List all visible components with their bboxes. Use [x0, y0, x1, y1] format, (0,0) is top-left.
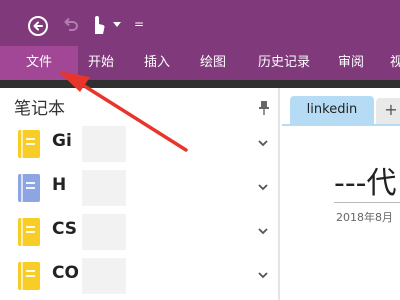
- pin-icon[interactable]: [259, 100, 269, 115]
- redaction-blur: [82, 126, 126, 162]
- touch-mode-icon[interactable]: [88, 14, 108, 36]
- back-icon[interactable]: [28, 16, 48, 36]
- notebook-item[interactable]: CS: [0, 210, 278, 254]
- chevron-down-icon[interactable]: [113, 22, 121, 27]
- add-section-button[interactable]: +: [376, 98, 400, 124]
- notebook-icon: [18, 218, 40, 246]
- customize-toolbar-icon[interactable]: =: [134, 17, 144, 31]
- page-content: linkedin + ---代 2018年8月: [282, 88, 400, 300]
- tab-history[interactable]: 历史记录: [246, 46, 322, 80]
- ribbon-separator: [0, 80, 400, 88]
- ribbon-tabs: 文件 开始 插入 绘图 历史记录 审阅 视图: [0, 46, 400, 80]
- notebook-name: H: [52, 175, 67, 195]
- title-bar: =: [0, 0, 400, 46]
- notebook-name: Gi: [52, 131, 72, 151]
- notebook-icon: [18, 130, 40, 158]
- redaction-blur: [82, 170, 126, 206]
- notebook-item[interactable]: H: [0, 166, 278, 210]
- page-title[interactable]: ---代: [334, 158, 396, 202]
- notebook-name: CS: [52, 219, 78, 239]
- tab-underline: [282, 124, 400, 126]
- chevron-down-icon[interactable]: [258, 270, 268, 280]
- chevron-down-icon[interactable]: [258, 138, 268, 148]
- notebook-pane: 笔记本 Gi H CS CO: [0, 88, 280, 300]
- notebook-item[interactable]: CO: [0, 254, 278, 298]
- chevron-down-icon[interactable]: [258, 182, 268, 192]
- redaction-blur: [82, 258, 126, 294]
- tab-view[interactable]: 视图: [380, 46, 400, 80]
- tab-home[interactable]: 开始: [78, 46, 124, 80]
- undo-icon[interactable]: [62, 16, 80, 34]
- tab-draw[interactable]: 绘图: [190, 46, 236, 80]
- notebook-pane-title: 笔记本: [14, 99, 65, 119]
- tab-insert[interactable]: 插入: [134, 46, 180, 80]
- notebook-icon: [18, 262, 40, 290]
- tab-review[interactable]: 审阅: [328, 46, 374, 80]
- redaction-blur: [82, 214, 126, 250]
- title-divider: [334, 202, 400, 203]
- notebook-item[interactable]: Gi: [0, 122, 278, 166]
- section-tab[interactable]: linkedin: [290, 96, 374, 124]
- tab-file[interactable]: 文件: [0, 46, 78, 80]
- chevron-down-icon[interactable]: [258, 226, 268, 236]
- notebook-icon: [18, 174, 40, 202]
- page-date: 2018年8月: [336, 211, 393, 224]
- notebook-name: CO: [52, 263, 79, 283]
